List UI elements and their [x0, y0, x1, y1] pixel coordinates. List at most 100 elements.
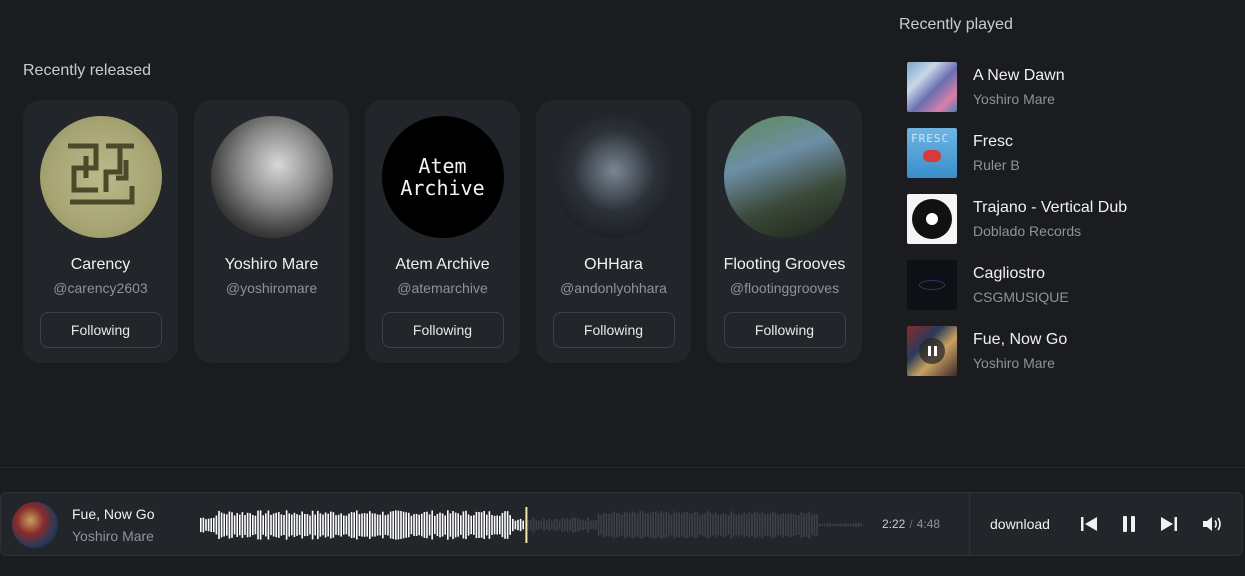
waveform-bar[interactable]: [831, 524, 834, 526]
waveform-bar[interactable]: [857, 522, 860, 527]
waveform-bar[interactable]: [436, 513, 439, 537]
waveform-bar[interactable]: [415, 513, 418, 536]
waveform-bar[interactable]: [392, 511, 394, 539]
waveform-bar[interactable]: [535, 520, 537, 530]
waveform-bar[interactable]: [358, 514, 361, 536]
waveform-bar[interactable]: [444, 515, 446, 535]
waveform-bar[interactable]: [231, 512, 233, 538]
waveform-bar[interactable]: [574, 518, 576, 533]
waveform-bar[interactable]: [327, 513, 329, 537]
track-cover[interactable]: [907, 194, 957, 244]
pause-icon[interactable]: [907, 326, 957, 376]
waveform-bar[interactable]: [397, 510, 400, 540]
waveform-bar[interactable]: [829, 523, 831, 527]
waveform-bar[interactable]: [655, 511, 657, 539]
waveform-bar[interactable]: [480, 512, 483, 538]
waveform-bar[interactable]: [496, 515, 498, 535]
waveform-bar[interactable]: [467, 514, 470, 536]
waveform-bar[interactable]: [675, 512, 678, 538]
waveform-bar[interactable]: [434, 515, 436, 534]
track-artist[interactable]: Yoshiro Mare: [973, 355, 1067, 371]
waveform-bar[interactable]: [522, 520, 524, 530]
waveform-bar[interactable]: [787, 513, 790, 537]
waveform-bar[interactable]: [811, 514, 813, 536]
waveform-bar[interactable]: [283, 515, 285, 535]
artist-name[interactable]: Yoshiro Mare: [225, 256, 319, 274]
following-button[interactable]: Following: [552, 312, 675, 348]
waveform-bar[interactable]: [774, 512, 777, 538]
waveform-bar[interactable]: [714, 512, 717, 538]
artist-avatar[interactable]: Atem Archive: [381, 116, 504, 238]
artist-avatar[interactable]: [723, 116, 846, 238]
waveform-bar[interactable]: [738, 513, 740, 537]
waveform-bar[interactable]: [696, 512, 699, 538]
waveform-bar[interactable]: [223, 513, 225, 537]
waveform-bar[interactable]: [545, 520, 548, 530]
waveform-bar[interactable]: [348, 513, 350, 537]
waveform-bar[interactable]: [577, 518, 579, 532]
waveform-bar[interactable]: [850, 523, 852, 527]
waveform-bar[interactable]: [681, 513, 683, 537]
waveform-bar[interactable]: [457, 513, 459, 537]
waveform-bar[interactable]: [855, 523, 857, 527]
waveform-bar[interactable]: [363, 513, 366, 537]
waveform-bar[interactable]: [220, 512, 223, 538]
waveform-bar[interactable]: [678, 512, 680, 538]
pause-icon[interactable]: [1118, 513, 1140, 535]
waveform-bar[interactable]: [350, 512, 353, 538]
waveform-bar[interactable]: [605, 513, 608, 537]
waveform-bar[interactable]: [272, 513, 275, 537]
waveform-bar[interactable]: [366, 513, 368, 537]
waveform-bar[interactable]: [727, 515, 730, 535]
waveform-bar[interactable]: [665, 511, 667, 539]
waveform-bar[interactable]: [548, 519, 550, 531]
waveform-bar[interactable]: [330, 511, 332, 539]
waveform-bar[interactable]: [530, 519, 532, 531]
waveform-bar[interactable]: [579, 519, 582, 531]
waveform-bar[interactable]: [735, 515, 738, 535]
waveform-bar[interactable]: [837, 523, 839, 527]
waveform-bar[interactable]: [226, 514, 228, 536]
waveform-bar[interactable]: [257, 510, 259, 540]
waveform-bar[interactable]: [353, 512, 355, 538]
recent-track-item-playing[interactable]: Fue, Now Go Yoshiro Mare: [907, 326, 1127, 376]
artist-card-yoshiro-mare[interactable]: Yoshiro Mare @yoshiromare: [194, 100, 349, 363]
waveform-bar[interactable]: [740, 514, 743, 536]
waveform-bar[interactable]: [725, 513, 727, 537]
waveform-bar[interactable]: [636, 513, 639, 537]
waveform-bar[interactable]: [452, 511, 454, 540]
waveform-seekbar[interactable]: [200, 505, 864, 545]
track-artist[interactable]: Yoshiro Mare: [973, 91, 1065, 107]
waveform-bar[interactable]: [816, 514, 818, 536]
waveform-bar[interactable]: [343, 515, 345, 535]
waveform-bar[interactable]: [673, 511, 675, 539]
waveform-bar[interactable]: [649, 512, 652, 538]
artist-avatar[interactable]: [39, 116, 162, 238]
waveform-bar[interactable]: [291, 514, 293, 536]
waveform-bar[interactable]: [275, 512, 277, 538]
waveform-bar[interactable]: [324, 512, 327, 538]
waveform-bar[interactable]: [460, 515, 462, 535]
waveform-bar[interactable]: [553, 518, 556, 531]
waveform-bar[interactable]: [584, 520, 587, 530]
waveform-bar[interactable]: [608, 513, 610, 537]
waveform-bar[interactable]: [210, 518, 212, 532]
waveform-bar[interactable]: [616, 513, 618, 537]
waveform-bar[interactable]: [252, 515, 254, 536]
waveform-bar[interactable]: [748, 512, 751, 538]
waveform-bar[interactable]: [293, 512, 296, 538]
waveform-bar[interactable]: [571, 517, 574, 533]
artist-name[interactable]: Atem Archive: [395, 256, 489, 274]
waveform-bar[interactable]: [499, 515, 501, 535]
waveform-bar[interactable]: [842, 523, 844, 527]
waveform-bar[interactable]: [657, 512, 660, 537]
waveform-bar[interactable]: [668, 513, 670, 537]
waveform-bar[interactable]: [600, 515, 602, 535]
waveform-bar[interactable]: [215, 515, 218, 535]
artist-avatar[interactable]: [552, 116, 675, 238]
waveform-bar[interactable]: [512, 518, 514, 532]
waveform-bar[interactable]: [582, 519, 584, 531]
waveform-bar[interactable]: [694, 511, 696, 539]
waveform-bar[interactable]: [597, 513, 600, 537]
waveform-bar[interactable]: [340, 513, 342, 537]
